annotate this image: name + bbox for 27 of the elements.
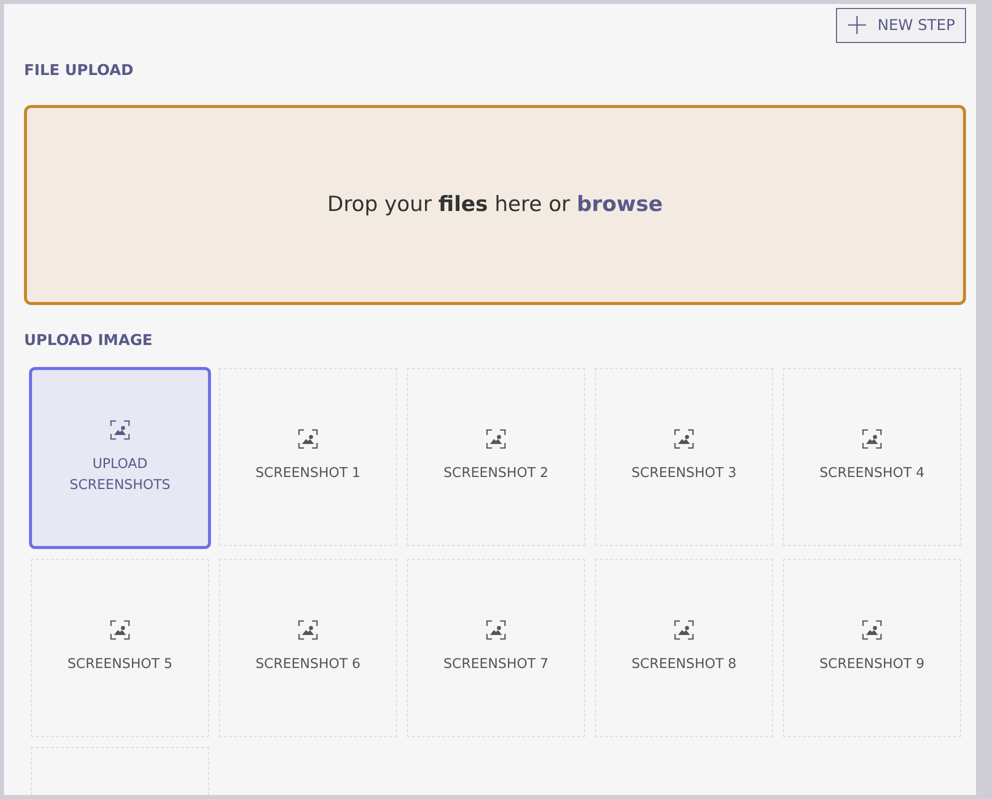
image-icon	[298, 620, 318, 640]
image-icon	[674, 620, 694, 640]
screenshot-tile[interactable]: SCREENSHOT 8	[595, 558, 773, 736]
plus-icon	[847, 15, 868, 36]
new-step-button[interactable]: NEW STEP	[836, 8, 966, 42]
image-icon	[862, 429, 882, 450]
screenshot-tile[interactable]: SCREENSHOT 2	[407, 368, 585, 546]
screenshot-tile[interactable]: SCREENSHOT 6	[219, 558, 397, 736]
image-icon	[674, 429, 694, 450]
browse-link[interactable]: browse	[576, 192, 663, 216]
screenshot-tile[interactable]: SCREENSHOT 3	[595, 368, 773, 546]
section-title: FILE UPLOAD	[24, 60, 134, 80]
image-icon	[110, 620, 130, 640]
image-icon	[110, 420, 130, 440]
image-icon	[486, 429, 506, 450]
screenshot-tile[interactable]: SCREENSHOT 1	[219, 368, 397, 546]
drop-zone[interactable]: Drop your files here or browse	[24, 105, 966, 305]
image-icon	[298, 429, 318, 450]
screenshot-tile[interactable]: SCREENSHOT 9	[783, 558, 961, 736]
screenshot-tile[interactable]: SCREENSHOT 7	[407, 558, 585, 736]
section-title: UPLOAD IMAGE	[24, 330, 154, 351]
screenshot-tile[interactable]: SCREENSHOT 5	[31, 558, 209, 736]
image-icon	[862, 620, 882, 640]
upload-tile[interactable]: UPLOAD SCREENSHOTS	[29, 366, 211, 548]
image-icon	[486, 620, 506, 640]
drop-zone-text: Drop your files here or browse	[327, 191, 663, 218]
screenshot-tile[interactable]: SCREENSHOT 4	[783, 368, 961, 546]
